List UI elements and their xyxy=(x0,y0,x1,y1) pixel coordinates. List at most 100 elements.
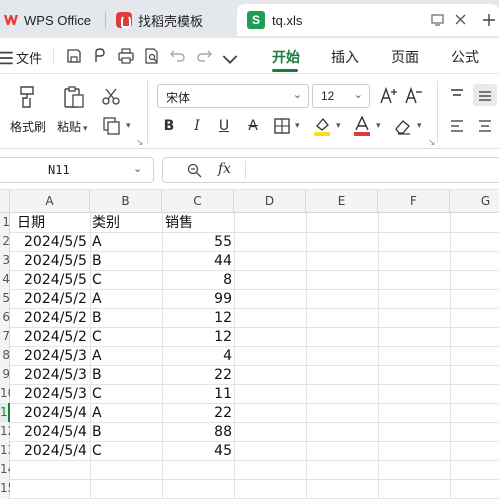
decrease-font-size-icon[interactable] xyxy=(405,87,423,104)
more-chevron-down-icon[interactable] xyxy=(222,52,238,68)
cell-date[interactable]: 2024/5/4 xyxy=(24,442,87,461)
cell-category[interactable]: C xyxy=(92,442,102,461)
paste-button[interactable]: 粘贴 ▾ xyxy=(57,118,88,135)
copy-icon[interactable] xyxy=(103,117,121,135)
tab-insert[interactable]: 插入 xyxy=(331,47,359,67)
cell-sales[interactable]: 45 xyxy=(162,442,232,461)
italic-icon[interactable]: I xyxy=(190,116,204,136)
cell-date[interactable]: 2024/5/2 xyxy=(24,309,87,328)
cell-date[interactable]: 2024/5/4 xyxy=(24,423,87,442)
underline-icon[interactable]: U xyxy=(217,116,231,136)
undo-icon[interactable] xyxy=(170,48,186,64)
font-name-select[interactable]: 宋体 ⌄ xyxy=(157,84,309,108)
row-header[interactable]: 5 xyxy=(0,289,10,308)
cell-sales[interactable]: 22 xyxy=(162,366,232,385)
redo-icon[interactable] xyxy=(196,48,212,64)
new-tab-plus-icon[interactable] xyxy=(483,14,495,26)
font-color-icon[interactable] xyxy=(353,116,371,136)
cell-sales[interactable]: 44 xyxy=(162,252,232,271)
cell-sales[interactable]: 55 xyxy=(162,233,232,252)
row-header[interactable]: 12 xyxy=(0,422,10,441)
cell-category[interactable]: A xyxy=(92,347,102,366)
cell-category[interactable]: B xyxy=(92,423,102,442)
cell-category[interactable]: C xyxy=(92,271,102,290)
select-all-corner[interactable] xyxy=(0,190,10,213)
formula-input[interactable]: fx xyxy=(162,157,499,183)
cell-date[interactable]: 2024/5/3 xyxy=(24,366,87,385)
column-header-f[interactable]: F xyxy=(378,190,450,213)
cell-date[interactable]: 2024/5/4 xyxy=(24,404,87,423)
cell-date[interactable]: 2024/5/5 xyxy=(24,233,87,252)
row-header[interactable]: 1 xyxy=(0,213,10,232)
row-header[interactable]: 15 xyxy=(0,479,10,498)
format-painter-icon[interactable] xyxy=(16,85,38,109)
copy-dropdown-icon[interactable]: ▾ xyxy=(126,120,131,131)
font-color-dropdown-icon[interactable]: ▾ xyxy=(376,120,381,131)
cell-category[interactable]: C xyxy=(92,328,102,347)
cell-sales[interactable]: 4 xyxy=(162,347,232,366)
cell-sales[interactable]: 8 xyxy=(162,271,232,290)
cell-category[interactable]: B xyxy=(92,309,102,328)
column-header-g[interactable]: G xyxy=(450,190,499,213)
tab-template[interactable]: 找稻壳模板 xyxy=(108,4,230,36)
bold-icon[interactable]: B xyxy=(162,116,176,136)
strikethrough-icon[interactable]: A xyxy=(245,116,261,136)
tab-wps-office[interactable]: WPS Office xyxy=(0,4,120,36)
tab-formula[interactable]: 公式 xyxy=(451,47,479,67)
align-top-icon[interactable] xyxy=(450,89,464,101)
cell-category[interactable]: B xyxy=(92,366,102,385)
row-header[interactable]: 4 xyxy=(0,270,10,289)
cell-sales[interactable]: 12 xyxy=(162,309,232,328)
clipboard-expand-icon[interactable]: ↘ xyxy=(136,137,144,148)
paste-clipboard-icon[interactable] xyxy=(62,85,86,109)
align-left-icon[interactable] xyxy=(450,120,464,132)
row-header[interactable]: 10 xyxy=(0,384,10,403)
cell-date[interactable]: 2024/5/5 xyxy=(24,252,87,271)
row-header[interactable]: 8 xyxy=(0,346,10,365)
column-header-d[interactable]: D xyxy=(234,190,306,213)
save-icon[interactable] xyxy=(66,48,82,64)
cell-date[interactable]: 2024/5/2 xyxy=(24,328,87,347)
row-header[interactable]: 7 xyxy=(0,327,10,346)
align-center-icon[interactable] xyxy=(478,120,492,132)
cell-category[interactable]: A xyxy=(92,233,102,252)
font-size-select[interactable]: 12 ⌄ xyxy=(312,84,370,108)
row-header[interactable]: 13 xyxy=(0,441,10,460)
print-icon[interactable] xyxy=(118,48,134,64)
tab-file-active[interactable]: S tq.xls xyxy=(237,4,499,36)
window-mode-icon[interactable] xyxy=(431,14,444,26)
row-header[interactable]: 9 xyxy=(0,365,10,384)
header-cell-sales[interactable]: 销售 xyxy=(165,214,193,233)
cell-category[interactable]: B xyxy=(92,252,102,271)
cell-date[interactable]: 2024/5/3 xyxy=(24,385,87,404)
export-pdf-icon[interactable] xyxy=(92,48,108,64)
row-header[interactable]: 3 xyxy=(0,251,10,270)
column-header-b[interactable]: B xyxy=(90,190,162,213)
fx-insert-function-icon[interactable]: fx xyxy=(218,161,231,177)
clear-format-eraser-icon[interactable] xyxy=(394,117,412,135)
header-cell-date[interactable]: 日期 xyxy=(17,214,45,233)
row-header[interactable]: 14 xyxy=(0,460,10,479)
close-tab-icon[interactable] xyxy=(455,14,466,25)
borders-dropdown-icon[interactable]: ▾ xyxy=(295,120,300,131)
cell-sales[interactable]: 11 xyxy=(162,385,232,404)
name-box[interactable]: N11 ⌄ xyxy=(0,157,154,183)
format-painter-label[interactable]: 格式刷 xyxy=(10,118,46,135)
tab-home[interactable]: 开始 xyxy=(272,47,300,67)
tab-page[interactable]: 页面 xyxy=(391,47,419,67)
cell-date[interactable]: 2024/5/3 xyxy=(24,347,87,366)
cell-sales[interactable]: 22 xyxy=(162,404,232,423)
increase-font-size-icon[interactable] xyxy=(380,87,398,104)
clear-format-dropdown-icon[interactable]: ▾ xyxy=(417,120,422,131)
row-header[interactable]: 2 xyxy=(0,232,10,251)
column-header-e[interactable]: E xyxy=(306,190,378,213)
column-header-c[interactable]: C xyxy=(162,190,234,213)
row-header[interactable]: 6 xyxy=(0,308,10,327)
fill-color-dropdown-icon[interactable]: ▾ xyxy=(336,120,341,131)
row-header[interactable]: 11 xyxy=(0,403,10,422)
print-preview-icon[interactable] xyxy=(144,48,160,64)
file-menu[interactable]: 文件 xyxy=(16,48,42,67)
fill-color-icon[interactable] xyxy=(313,116,331,136)
cell-sales[interactable]: 99 xyxy=(162,290,232,309)
cell-category[interactable]: A xyxy=(92,290,102,309)
